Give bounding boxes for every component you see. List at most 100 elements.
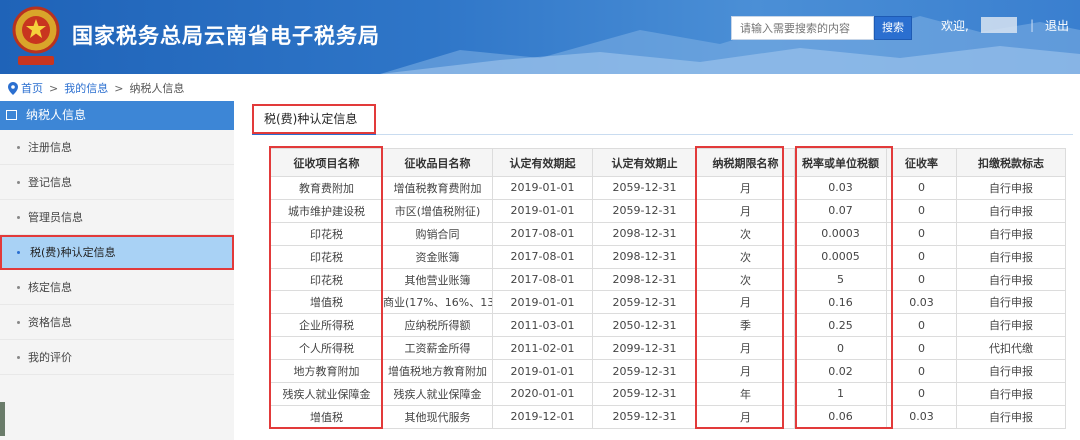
table-cell: 自行申报 [956,198,1066,223]
table-cell: 0 [886,267,957,292]
tax-type-table: 征收项目名称 征收品目名称 认定有效期起 认定有效期止 纳税期限名称 税率或单位… [270,148,1066,429]
table-cell: 2020-01-01 [492,382,593,406]
table-cell: 0 [794,336,887,361]
table-cell: 0.16 [794,290,887,315]
table-cell: 自行申报 [956,176,1066,200]
column-header: 税率或单位税额 [794,148,887,177]
window-edge [0,402,5,436]
bullet-icon [17,216,20,219]
table-cell: 2059-12-31 [592,359,697,384]
table-cell: 资金账簿 [382,244,493,269]
table-cell: 企业所得税 [270,313,383,338]
table-cell: 自行申报 [956,404,1066,429]
search-input[interactable] [731,16,874,40]
sidebar-heading[interactable]: 纳税人信息 [0,101,234,130]
table-cell: 2098-12-31 [592,267,697,292]
table-row: 印花税 其他营业账簿 2017-08-01 2098-12-31 次 5 0 自行申报 [270,267,1066,292]
table-cell: 0.0003 [794,221,887,246]
logout-link[interactable]: 退出 [1045,17,1069,34]
table-cell: 2017-08-01 [492,267,593,292]
bullet-icon [17,356,20,359]
table-row: 地方教育附加 增值税地方教育附加 2019-01-01 2059-12-31 月 0.02… [270,359,1066,384]
national-emblem-icon [12,6,60,65]
table-row: 印花税 购销合同 2017-08-01 2098-12-31 次 0.0003 0 自行申报 [270,221,1066,246]
column-header: 纳税期限名称 [696,148,795,177]
table-cell: 印花税 [270,244,383,269]
table-cell: 自行申报 [956,382,1066,406]
table-cell: 商业(17%、16%、13%) [382,290,493,315]
table-cell: 0 [886,336,957,361]
table-cell: 增值税地方教育附加 [382,359,493,384]
sidebar-item-registration[interactable]: 注册信息 [0,130,234,165]
table-cell: 5 [794,267,887,292]
table-cell: 0.03 [794,176,887,200]
table-cell: 2019-01-01 [492,290,593,315]
welcome-text: 欢迎, [941,19,969,33]
table-row: 残疾人就业保障金 残疾人就业保障金 2020-01-01 2059-12-31 年 1 0 自… [270,382,1066,406]
table-cell: 2019-01-01 [492,198,593,223]
table-cell: 0 [886,244,957,269]
table-cell: 次 [696,244,795,269]
table-cell: 0 [886,176,957,200]
table-cell: 地方教育附加 [270,359,383,384]
sidebar: 纳税人信息 注册信息 登记信息 管理员信息 税(费)种认定信息 核定信息 资格信… [0,101,234,440]
table-cell: 0 [886,359,957,384]
table-cell: 1 [794,382,887,406]
table-cell: 次 [696,221,795,246]
table-cell: 0.03 [886,290,957,315]
sidebar-item-enrollment[interactable]: 登记信息 [0,165,234,200]
sidebar-item-label: 登记信息 [28,176,72,189]
table-cell: 0 [886,221,957,246]
table-cell: 自行申报 [956,359,1066,384]
table-row: 教育费附加 增值税教育费附加 2019-01-01 2059-12-31 月 0.03 0 自… [270,176,1066,200]
table-cell: 2019-01-01 [492,176,593,200]
table-cell: 0.03 [886,404,957,429]
table-cell: 2059-12-31 [592,404,697,429]
tab-tax-type-info[interactable]: 税(费)种认定信息 [252,104,376,134]
table-cell: 其他现代服务 [382,404,493,429]
sidebar-item-admin[interactable]: 管理员信息 [0,200,234,235]
sidebar-item-qualification[interactable]: 资格信息 [0,305,234,340]
column-header: 扣缴税款标志 [956,148,1066,177]
table-header-row: 征收项目名称 征收品目名称 认定有效期起 认定有效期止 纳税期限名称 税率或单位… [270,148,1066,177]
table-row: 企业所得税 应纳税所得额 2011-03-01 2050-12-31 季 0.25 0 自行申… [270,313,1066,338]
table-row: 个人所得税 工资薪金所得 2011-02-01 2099-12-31 月 0 0 代扣代缴 [270,336,1066,361]
sidebar-item-assessment[interactable]: 核定信息 [0,270,234,305]
sidebar-item-label: 核定信息 [28,281,72,294]
bullet-icon [17,146,20,149]
site-title: 国家税务总局云南省电子税务局 [72,24,380,48]
table-cell: 0 [886,382,957,406]
sidebar-item-rating[interactable]: 我的评价 [0,340,234,375]
table-cell: 2098-12-31 [592,244,697,269]
table-cell: 市区(增值税附征) [382,198,493,223]
sidebar-item-label: 注册信息 [28,141,72,154]
table-row: 增值税 其他现代服务 2019-12-01 2059-12-31 月 0.06 0.03 自行… [270,404,1066,429]
table-cell: 0.25 [794,313,887,338]
location-pin-icon [8,81,18,95]
column-header: 征收项目名称 [270,148,383,177]
table-cell: 0.02 [794,359,887,384]
table-cell: 2050-12-31 [592,313,697,338]
sidebar-item-tax-type[interactable]: 税(费)种认定信息 [0,235,234,270]
column-header: 征收品目名称 [382,148,493,177]
search-button[interactable]: 搜索 [874,16,912,40]
table-cell: 2098-12-31 [592,221,697,246]
breadcrumb-my-info[interactable]: 我的信息 [64,80,108,96]
table-cell: 增值税 [270,290,383,315]
breadcrumb-home[interactable]: 首页 [21,80,43,96]
table-cell: 2017-08-01 [492,221,593,246]
sidebar-heading-label: 纳税人信息 [26,108,87,122]
table-cell: 0 [886,313,957,338]
table-cell: 2059-12-31 [592,198,697,223]
table-cell: 2059-12-31 [592,176,697,200]
table-cell: 2059-12-31 [592,382,697,406]
bullet-icon [17,251,20,254]
table-row: 印花税 资金账簿 2017-08-01 2098-12-31 次 0.0005 0 自行申报 [270,244,1066,269]
table-cell: 2019-01-01 [492,359,593,384]
breadcrumb: 首页 > 我的信息 > 纳税人信息 [8,80,184,96]
table-cell: 自行申报 [956,313,1066,338]
breadcrumb-separator: > [49,81,59,95]
table-cell: 月 [696,336,795,361]
bullet-icon [17,321,20,324]
table-cell: 代扣代缴 [956,336,1066,361]
